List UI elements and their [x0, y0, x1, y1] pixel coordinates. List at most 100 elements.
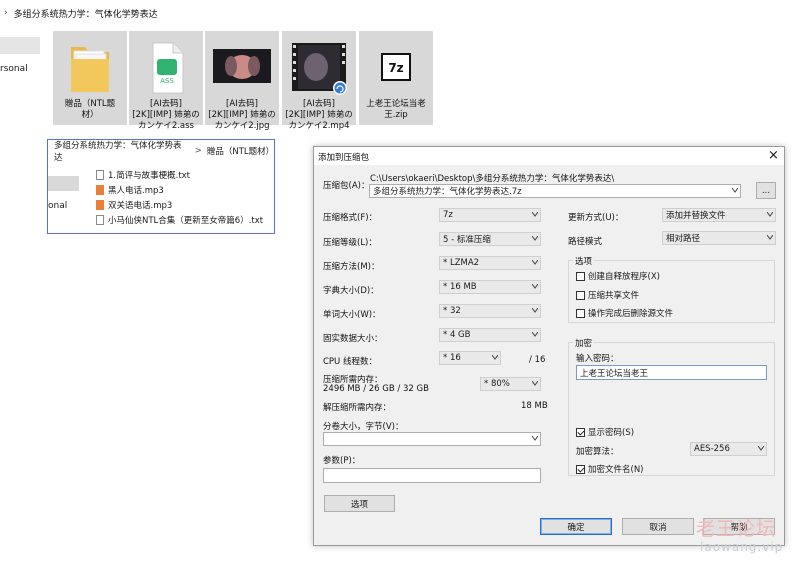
chevron-down-icon	[532, 236, 538, 241]
popup-crumb-root[interactable]: 多组分系统热力学：气体化学势表达	[54, 139, 190, 163]
audio-file-icon	[96, 184, 104, 195]
folder-preview-popup: 多组分系统热力学：气体化学势表达 > 贈品（NTL题材） onal 1.简评与故…	[47, 139, 275, 234]
svg-text:ASS: ASS	[160, 77, 174, 85]
format-select[interactable]: 7z	[439, 208, 541, 222]
file-tile-folder[interactable]: 贈品（NTL题 材）	[53, 31, 127, 125]
archive-directory: C:\Users\okaeri\Desktop\多组分系统热力学：气体化学势表达…	[370, 174, 615, 184]
list-item[interactable]: 小马仙侠NTL合集（更新至女帝篇6）.txt	[96, 213, 263, 226]
chevron-down-icon	[732, 188, 738, 193]
list-item[interactable]: 黑人电话.mp3	[96, 183, 164, 196]
options-button[interactable]: 选项	[324, 495, 395, 512]
dictionary-select[interactable]: * 16 MB	[439, 280, 541, 294]
tile-caption: [AI去码] [2K][IMP] 姉弟の カンケイ2.mp4	[285, 99, 353, 131]
folder-icon	[71, 47, 109, 92]
tile-caption: 贈品（NTL题 材）	[64, 99, 116, 120]
chevron-down-icon	[532, 308, 538, 313]
tile-caption: 上老王论坛当老 王.zip	[366, 99, 426, 120]
show-password-checkbox[interactable]: 显示密码(S)	[576, 426, 634, 438]
file-tile-video[interactable]: [AI去码] [2K][IMP] 姉弟の カンケイ2.mp4	[282, 31, 356, 131]
chevron-right-icon: ›	[4, 8, 8, 18]
threads-total: / 16	[529, 355, 546, 365]
checkbox-unchecked-icon	[576, 271, 585, 281]
cancel-button[interactable]: 取消	[622, 518, 694, 535]
checkbox-unchecked-icon	[576, 290, 585, 300]
add-to-archive-dialog: 添加到压缩包 × 压缩包(A)： C:\Users\okaeri\Desktop…	[313, 146, 785, 546]
dictionary-label: 字典大小(D)：	[323, 286, 379, 296]
file-tile-ass[interactable]: ASS [AI去码] [2K][IMP] 姉弟の カンケイ2.ass	[129, 31, 203, 131]
threads-select[interactable]: * 16	[439, 351, 501, 365]
solid-size-select[interactable]: * 4 GB	[439, 328, 541, 342]
parameters-input[interactable]	[323, 468, 541, 483]
checkbox-checked-icon	[576, 464, 585, 474]
word-size-select[interactable]: * 32	[439, 304, 541, 318]
split-volume-combo[interactable]	[323, 432, 541, 446]
text-file-icon	[96, 169, 104, 180]
popup-breadcrumb[interactable]: 多组分系统热力学：气体化学势表达 > 贈品（NTL题材）	[48, 139, 274, 163]
decompress-memory-label: 解压缩所需内存：	[323, 403, 392, 413]
checkbox-unchecked-icon	[576, 308, 585, 318]
audio-file-icon	[96, 199, 104, 210]
encryption-method-label: 加密算法：	[576, 447, 619, 457]
encrypt-filenames-checkbox[interactable]: 加密文件名(N)	[576, 463, 644, 475]
chevron-down-icon	[532, 436, 538, 441]
solid-size-label: 固实数据大小：	[323, 334, 383, 344]
subtitle-file-icon: ASS	[152, 42, 184, 94]
chevron-down-icon	[532, 381, 538, 386]
split-volume-label: 分卷大小，字节(V)：	[323, 422, 404, 432]
browse-button[interactable]: ...	[756, 182, 776, 199]
update-mode-label: 更新方式(U)：	[568, 213, 624, 223]
chevron-right-icon: >	[194, 146, 202, 156]
dialog-titlebar[interactable]: 添加到压缩包 ×	[314, 147, 784, 165]
nav-pane-selected-item[interactable]	[0, 37, 40, 54]
watermark-url: laowang.vip	[700, 540, 784, 554]
7z-archive-icon: 7z	[381, 53, 411, 81]
path-mode-select[interactable]: 相对路径	[662, 231, 776, 245]
compress-shared-checkbox[interactable]: 压缩共享文件	[576, 289, 639, 301]
tile-caption: [AI去码] [2K][IMP] 姉弟の カンケイ2.jpg	[208, 99, 276, 131]
ok-button[interactable]: 确定	[540, 518, 612, 535]
checkbox-checked-icon	[576, 427, 585, 437]
parameters-label: 参数(P)：	[323, 456, 361, 466]
format-label: 压缩格式(F)：	[323, 213, 378, 223]
address-breadcrumb[interactable]: › 多组分系统热力学：气体化学势表达	[0, 0, 800, 26]
svg-text:7z: 7z	[388, 61, 403, 75]
text-file-icon	[96, 214, 104, 225]
file-tile-archive[interactable]: 7z 上老王论坛当老 王.zip	[359, 31, 433, 125]
path-mode-label: 路径模式	[568, 237, 603, 247]
file-tile-image[interactable]: [AI去码] [2K][IMP] 姉弟の カンケイ2.jpg	[205, 31, 279, 131]
list-item[interactable]: 1.简评与故事梗概.txt	[96, 168, 190, 181]
password-label: 输入密码：	[576, 354, 619, 364]
memory-percent-select[interactable]: * 80%	[480, 377, 541, 391]
password-input[interactable]: 上老王论坛当老王	[576, 365, 767, 380]
tile-caption: [AI去码] [2K][IMP] 姉弟の カンケイ2.ass	[132, 99, 200, 131]
popup-nav-item[interactable]: onal	[48, 201, 67, 211]
compress-memory-detail: 2496 MB / 26 GB / 32 GB	[323, 384, 429, 394]
encryption-method-select[interactable]: AES-256	[690, 442, 767, 456]
popup-nav-selected[interactable]	[48, 176, 79, 191]
archive-name-combo[interactable]: 多组分系统热力学：气体化学势表达.7z	[369, 184, 741, 198]
method-label: 压缩方法(M)：	[323, 262, 380, 272]
chevron-down-icon	[532, 332, 538, 337]
archive-label: 压缩包(A)：	[323, 181, 370, 191]
chevron-down-icon	[492, 355, 498, 360]
level-select[interactable]: 5 - 标准压缩	[439, 232, 541, 246]
chevron-down-icon	[532, 212, 538, 217]
popup-crumb-child[interactable]: 贈品（NTL题材）	[207, 145, 274, 157]
nav-pane-item-personal[interactable]: rsonal	[0, 64, 28, 74]
watermark-text: 老王论坛	[696, 518, 777, 540]
image-thumbnail	[213, 49, 271, 83]
update-mode-select[interactable]: 添加并替换文件	[662, 208, 776, 222]
create-sfx-checkbox[interactable]: 创建自释放程序(X)	[576, 270, 660, 282]
level-label: 压缩等级(L)：	[323, 238, 377, 248]
delete-after-checkbox[interactable]: 操作完成后删除源文件	[576, 307, 673, 319]
list-item[interactable]: 双关语电话.mp3	[96, 198, 172, 211]
word-size-label: 单词大小(W)：	[323, 310, 381, 320]
chevron-down-icon	[758, 446, 764, 451]
video-thumbnail	[292, 43, 347, 95]
breadcrumb-folder[interactable]: 多组分系统热力学：气体化学势表达	[14, 7, 158, 20]
method-select[interactable]: * LZMA2	[439, 256, 541, 270]
chevron-down-icon	[767, 212, 773, 217]
dialog-title: 添加到压缩包	[318, 153, 370, 163]
chevron-down-icon	[767, 235, 773, 240]
close-icon[interactable]: ×	[768, 148, 779, 163]
